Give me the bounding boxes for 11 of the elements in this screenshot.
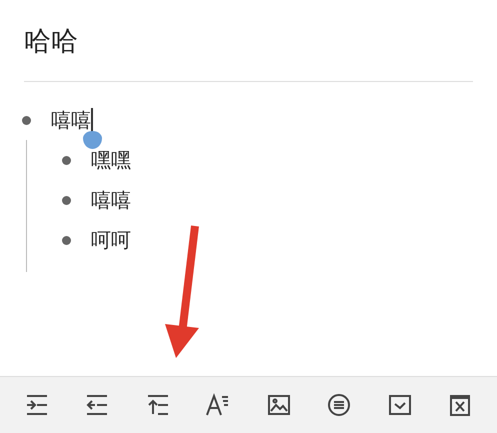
bullet-icon: [22, 116, 31, 124]
bullet-icon: [62, 236, 71, 244]
bullet-icon: [62, 196, 71, 204]
note-title[interactable]: 哈哈: [24, 28, 78, 55]
outline-item[interactable]: 嘻嘻: [51, 110, 91, 130]
outline-item[interactable]: 呵呵: [91, 230, 131, 250]
outline-item[interactable]: 嘿嘿: [91, 150, 131, 170]
bullet-icon: [62, 156, 71, 164]
outline-item[interactable]: 嘻嘻: [91, 190, 131, 210]
text-cursor: [91, 108, 93, 132]
selection-handle[interactable]: [83, 131, 102, 149]
